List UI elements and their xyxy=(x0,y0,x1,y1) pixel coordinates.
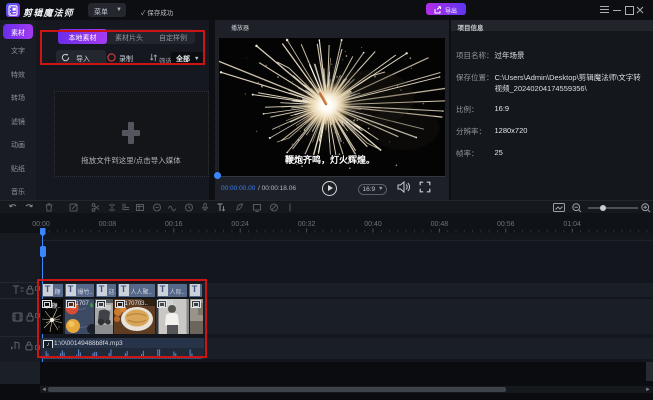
svg-text:00:56: 00:56 xyxy=(497,221,515,228)
svg-text:00:24: 00:24 xyxy=(231,221,249,228)
svg-text:00:48: 00:48 xyxy=(431,221,449,228)
svg-text:00:08: 00:08 xyxy=(99,221,117,228)
svg-text:00:40: 00:40 xyxy=(364,221,382,228)
svg-text:鞭炮齐鸣，灯火辉煌。: 鞭炮齐鸣，灯火辉煌。 xyxy=(285,154,375,165)
svg-text:00:32: 00:32 xyxy=(298,221,316,228)
svg-text:00:00: 00:00 xyxy=(32,221,50,228)
svg-text:00:16: 00:16 xyxy=(165,221,183,228)
svg-text:01:04: 01:04 xyxy=(563,221,581,228)
